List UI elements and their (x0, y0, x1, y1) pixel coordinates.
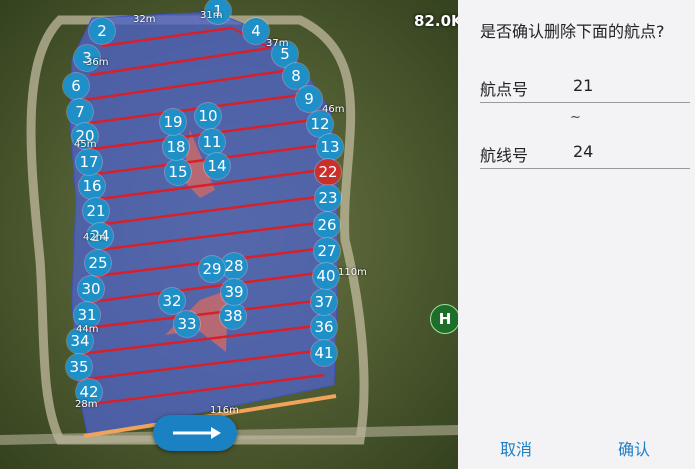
waypoint-marker[interactable]: 39 (221, 279, 247, 305)
waypoint-value[interactable]: 21 (573, 76, 593, 95)
waypoint-marker[interactable]: 33 (174, 311, 200, 337)
waypoint-marker[interactable]: 21 (83, 198, 109, 224)
waypoint-marker[interactable]: 25 (85, 250, 111, 276)
waypoint-marker[interactable]: 18 (163, 134, 189, 160)
waypoint-marker[interactable]: 40 (313, 263, 339, 289)
distance-label: 42m (83, 232, 106, 243)
waypoint-marker[interactable]: 28 (221, 253, 247, 279)
waypoint-marker[interactable]: 15 (165, 159, 191, 185)
waypoint-marker[interactable]: 32 (159, 288, 185, 314)
range-separator: ~ (570, 110, 581, 125)
distance-label: 32m (133, 14, 156, 25)
waypoint-marker[interactable]: 7 (67, 99, 93, 125)
route-row: 航线号 24 (480, 134, 690, 169)
distance-label: 37m (266, 38, 289, 49)
waypoint-marker[interactable]: 9 (296, 86, 322, 112)
waypoint-marker[interactable]: 6 (63, 73, 89, 99)
distance-label: 45m (74, 139, 97, 150)
waypoint-marker[interactable]: 11 (199, 129, 225, 155)
delete-confirm-dialog: 是否确认删除下面的航点? 航点号 21 ~ 航线号 24 取消 确认 (458, 0, 695, 469)
waypoint-row: 航点号 21 (480, 68, 690, 103)
distance-label: 28m (75, 399, 98, 410)
waypoint-marker[interactable]: 13 (317, 134, 343, 160)
waypoint-marker[interactable]: 35 (66, 354, 92, 380)
waypoint-marker[interactable]: 26 (314, 212, 340, 238)
confirm-button[interactable]: 确认 (618, 436, 650, 460)
waypoint-marker[interactable]: 41 (311, 340, 337, 366)
map-view[interactable]: 1 2 3 4 5 6 7 8 9 10 11 12 13 14 15 16 17 18 19 20 21 22 23 24 2… (0, 0, 458, 469)
arrow-right-icon (173, 427, 221, 439)
waypoint-marker[interactable]: 27 (314, 238, 340, 264)
distance-label: 44m (76, 324, 99, 335)
waypoint-label: 航点号 (480, 80, 529, 99)
waypoint-marker[interactable]: 2 (89, 18, 115, 44)
waypoint-marker[interactable]: 17 (76, 149, 102, 175)
route-label: 航线号 (480, 146, 529, 165)
distance-label: 46m (322, 104, 345, 115)
waypoint-marker[interactable]: 22 (315, 159, 341, 185)
route-value[interactable]: 24 (573, 142, 593, 161)
distance-label: 31m (200, 10, 223, 21)
waypoint-marker[interactable]: 8 (283, 63, 309, 89)
waypoint-marker[interactable]: 16 (79, 173, 105, 199)
waypoint-marker[interactable]: 14 (204, 153, 230, 179)
waypoint-marker[interactable]: 38 (220, 303, 246, 329)
speed-readout: 82.0K (414, 12, 458, 30)
waypoint-marker[interactable]: 37 (311, 289, 337, 315)
waypoint-marker[interactable]: 29 (199, 256, 225, 282)
waypoint-marker[interactable]: 30 (78, 276, 104, 302)
cancel-button[interactable]: 取消 (500, 436, 532, 460)
map-background (0, 0, 458, 469)
waypoint-marker[interactable]: 23 (315, 185, 341, 211)
waypoint-marker[interactable]: 36 (311, 314, 337, 340)
waypoint-marker[interactable]: 19 (160, 109, 186, 135)
dialog-title: 是否确认删除下面的航点? (480, 22, 665, 41)
waypoint-marker[interactable]: 10 (195, 103, 221, 129)
distance-label: 110m (338, 267, 367, 278)
home-marker[interactable]: H (430, 304, 458, 334)
distance-label: 36m (86, 57, 109, 68)
direction-toggle-button[interactable] (153, 415, 237, 451)
